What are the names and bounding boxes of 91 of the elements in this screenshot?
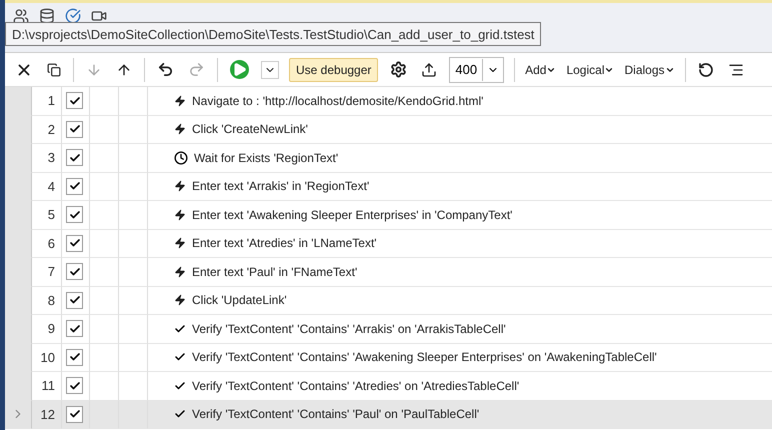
checkmark-icon [68,266,80,278]
step-row[interactable]: 11 Verify 'TextContent' 'Contains' 'Atredies' on 'AtrediesTableCell' [5,372,772,400]
step-number: 4 [48,178,55,194]
menu-button[interactable]: Add [525,62,556,76]
arrow-down-icon [86,62,102,78]
lightning-icon [174,123,186,136]
step-row[interactable]: 9 Verify 'TextContent' 'Contains' 'Arrakis' on 'ArrakisTableCell' [5,315,772,344]
checkmark-icon [68,237,80,250]
users-icon[interactable] [13,8,29,24]
step-number: 5 [48,207,55,222]
play-icon [230,60,249,79]
step-row[interactable]: 10 Verify 'TextContent' 'Contains' 'Awakening Sleeper Enterprises' on 'AwakeningTableCell' [5,344,772,372]
step-number: 8 [48,292,55,308]
step-row[interactable]: 5 Enter text 'Awakening Sleeper Enterprises' in 'CompanyText' [5,201,772,230]
step-checkbox[interactable] [66,234,83,252]
redo-icon [188,61,205,78]
lightning-icon [174,208,186,221]
lightning-icon [174,294,186,306]
step-checkbox[interactable] [66,206,83,224]
step-description: Enter text 'Awakening Sleeper Enterprises' in 'CompanyText' [192,208,512,222]
clock-icon [174,150,188,165]
step-description: Enter text 'Arrakis' in 'RegionText' [192,179,370,194]
step-number: 1 [48,93,55,108]
undo-icon [157,61,174,78]
step-number: 10 [40,350,55,365]
step-description: Verify 'TextContent' 'Contains' 'Atredies' on 'AtrediesTableCell' [192,378,520,393]
step-row[interactable]: 1 Navigate to : 'http://localhost/demosite/KendoGrid.html' [5,87,772,116]
step-description: Verify 'TextContent' 'Contains' 'Awakening Sleeper Enterprises' on 'AwakeningTableCell' [192,350,657,364]
checkmark-icon [68,180,80,192]
lightning-icon [174,237,186,250]
step-description: Wait for Exists 'RegionText' [194,150,338,165]
step-description: Verify 'TextContent' 'Contains' 'Paul' on 'PaulTableCell' [192,407,480,422]
checkmark-icon [68,408,80,420]
checkmark-icon [68,94,80,107]
step-row[interactable]: 7 Enter text 'Paul' in 'FNameText' [5,258,772,286]
step-description: Enter text 'Paul' in 'FNameText' [192,264,358,279]
checkmark-icon [68,322,80,335]
lightning-icon [174,94,186,107]
step-checkbox[interactable] [66,406,83,423]
arrow-up-icon [116,62,132,78]
step-checkbox[interactable] [66,263,83,280]
step-checkbox[interactable] [66,348,83,366]
lightning-icon [174,266,186,278]
checkmark-icon [68,152,80,164]
step-description: Verify 'TextContent' 'Contains' 'Arrakis' on 'ArrakisTableCell' [192,322,506,336]
step-checkbox[interactable] [66,178,83,195]
step-number: 7 [48,264,55,280]
step-description: Click 'CreateNewLink' [192,122,308,136]
lines-icon [728,62,744,78]
step-row[interactable]: 6 Enter text 'Atredies' in 'LNameText' [5,230,772,258]
step-number: 9 [48,321,55,336]
refresh-icon [698,62,714,78]
zoom-dropdown[interactable]: 400 [449,56,504,82]
step-row[interactable]: 3 Wait for Exists 'RegionText' [5,144,772,172]
copy-button[interactable] [45,60,63,78]
step-number: 3 [48,150,55,166]
step-checkbox[interactable] [66,292,83,309]
step-row[interactable]: 8 Click 'UpdateLink' [5,286,772,315]
checkmark-icon [68,123,80,136]
step-checkbox[interactable] [66,149,83,166]
step-checkbox[interactable] [66,377,83,394]
check-icon [174,322,186,335]
lightning-icon [174,180,186,192]
checkmark-icon [68,208,80,221]
gear-icon [390,61,408,78]
step-checkbox[interactable] [66,92,83,110]
upload-icon [421,62,438,78]
checkmark-icon [68,380,80,392]
menu-button[interactable]: Logical [566,62,614,76]
step-row[interactable]: 12 Verify 'TextContent' 'Contains' 'Paul' on 'PaulTableCell' [5,400,772,429]
checkmark-icon [68,294,80,306]
step-number: 2 [48,122,55,137]
step-number: 6 [48,236,55,251]
step-number: 11 [42,378,55,394]
check-icon [174,380,186,392]
menu-button[interactable]: Dialogs [624,62,675,76]
step-checkbox[interactable] [66,320,83,338]
step-row[interactable]: 2 Click 'CreateNewLink' [5,116,772,144]
use-debugger-button[interactable]: Use debugger [289,58,378,82]
step-row[interactable]: 4 Enter text 'Arrakis' in 'RegionText' [5,172,772,201]
step-checkbox[interactable] [66,120,83,138]
database-icon[interactable] [39,8,55,24]
checkmark-icon [68,351,80,364]
step-description: Enter text 'Atredies' in 'LNameText' [192,236,377,250]
step-description: Click 'UpdateLink' [192,293,287,308]
run-dropdown-button[interactable] [261,60,279,78]
step-description: Navigate to : 'http://localhost/demosite/KendoGrid.html' [192,94,484,108]
path-tooltip: D:\vsprojects\DemoSiteCollection\DemoSite\Tests.TestStudio\Can_add_user_to_grid.tstest [5,22,542,46]
step-number: 12 [40,406,55,422]
copy-icon [47,62,61,76]
check-circle-icon[interactable] [65,8,81,24]
